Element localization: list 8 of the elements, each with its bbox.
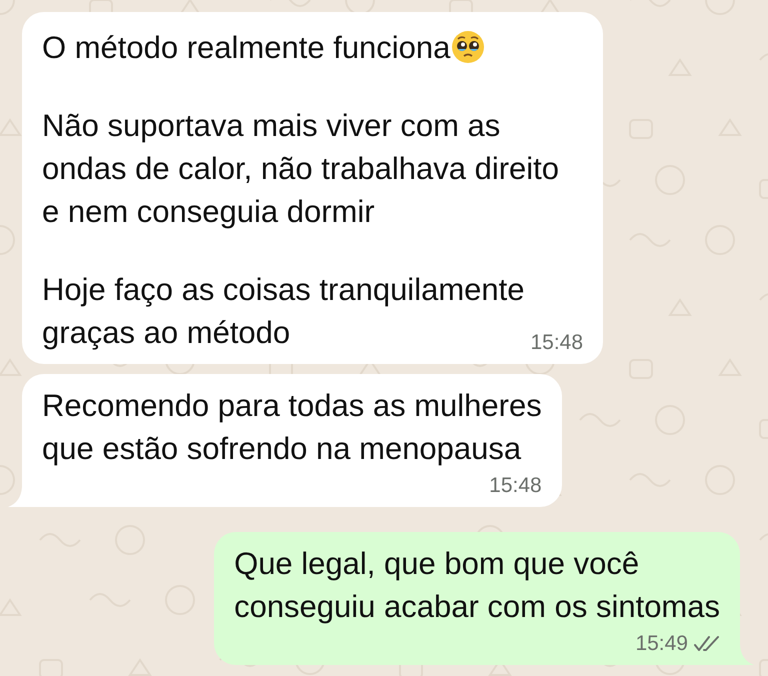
message-time: 15:48 bbox=[489, 473, 542, 499]
message-time: 15:49 bbox=[635, 631, 688, 657]
message-text: Que legal, que bom que você conseguiu acabar com os sintomas bbox=[234, 545, 720, 626]
message-time: 15:48 bbox=[530, 330, 584, 356]
message-text: Não suportava mais viver com as ondas de calor, não trabalhava direito e nem conseguia dormir bbox=[42, 107, 560, 231]
message-text: Recomendo para todas as mulheres que estão sofrendo na menopausa bbox=[42, 387, 542, 468]
message-text: O método realmente funciona bbox=[42, 26, 486, 69]
message-text: Hoje faço as coisas tranquilamente graças ao método bbox=[42, 271, 524, 352]
